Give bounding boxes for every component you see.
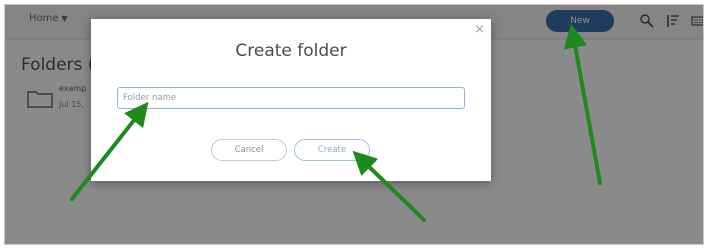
dialog-title: Create folder [235, 41, 347, 61]
close-icon[interactable]: × [474, 22, 485, 37]
create-folder-dialog: × Create folder Cancel Create [91, 19, 491, 181]
cancel-button[interactable]: Cancel [211, 139, 287, 161]
create-button[interactable]: Create [294, 139, 370, 161]
screenshot-frame: Home ▼ New Folders ( examp Jul 15, × Crea… [4, 4, 704, 245]
folder-name-input[interactable] [117, 87, 465, 109]
